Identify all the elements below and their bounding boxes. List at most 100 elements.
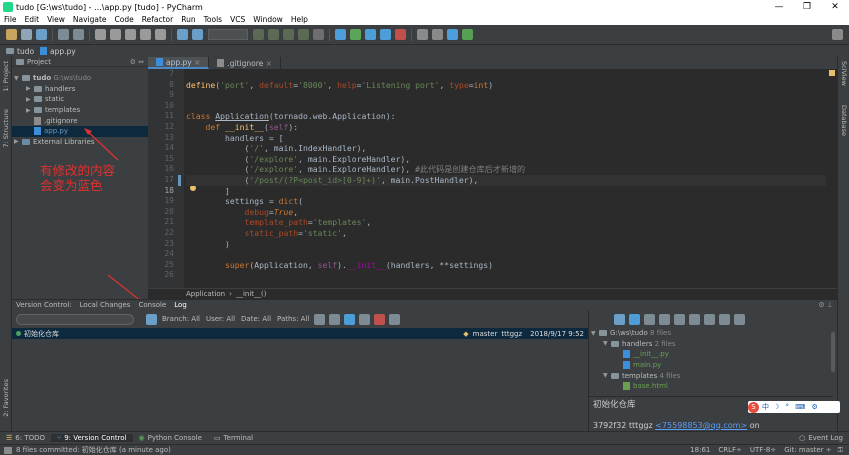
- tab-app-py[interactable]: app.py ×: [148, 57, 210, 69]
- python-file-icon: [623, 350, 630, 359]
- close-tab-icon[interactable]: ×: [194, 58, 200, 67]
- version-control-tool-button[interactable]: ⑂ 9: Version Control: [51, 434, 133, 442]
- text-file-icon: [217, 59, 225, 67]
- vcs-title: Version Control:: [16, 301, 72, 309]
- status-toggle-icon[interactable]: [4, 446, 12, 454]
- ime-mode[interactable]: 中: [762, 402, 769, 412]
- code-line: template_path='templates',: [244, 217, 372, 228]
- code-line: ]: [186, 185, 230, 196]
- log-search-input[interactable]: [16, 313, 134, 325]
- details-edit-icon[interactable]: [629, 313, 640, 325]
- commit-log-list[interactable]: 初始化仓库 ◆ master tttggz 2018/9/17 9:52: [12, 328, 588, 431]
- lock-icon[interactable]: ⚿: [838, 446, 843, 455]
- commit-message: 初始化仓库: [24, 329, 59, 338]
- line-separator[interactable]: CRLF÷: [718, 446, 742, 454]
- code-line: ('/explore', main.ExploreHandler),: [186, 153, 411, 164]
- code-line: ('/post/(?P<post_id>[0-9]+)', main.PostH…: [186, 174, 826, 186]
- commit-row[interactable]: 初始化仓库 ◆ master tttggz 2018/9/17 9:52: [12, 328, 588, 339]
- code-line: ): [186, 238, 230, 249]
- python-file-icon: [156, 58, 163, 66]
- event-log-tool-button[interactable]: ○ Event Log: [793, 434, 849, 442]
- changed-tree-root[interactable]: ▼ G:\ws\tudo 8 files: [589, 328, 837, 339]
- details-preview-icon[interactable]: [704, 313, 715, 325]
- details-scrollbar[interactable]: [831, 332, 835, 372]
- sort-icon[interactable]: [314, 313, 326, 325]
- code-breadcrumb: Application › __init__(): [148, 288, 837, 299]
- code-line: ('/explore', main.ExploreHandler), #此代码是…: [186, 164, 526, 175]
- status-bar: 8 files committed: 初始化仓库 (a minute ago) …: [0, 444, 849, 455]
- file-encoding[interactable]: UTF-8÷: [750, 446, 776, 454]
- folder-icon: [611, 340, 619, 347]
- python-console-tool-button[interactable]: ◉ Python Console: [133, 434, 208, 442]
- git-branch[interactable]: Git: master ÷: [784, 446, 831, 454]
- code-line: def __init__(self):: [205, 121, 299, 132]
- details-group-icon[interactable]: [689, 313, 700, 325]
- caret-position[interactable]: 18:61: [690, 446, 710, 454]
- preview-icon[interactable]: [389, 313, 401, 325]
- detail-commit-message: 初始化仓库: [593, 400, 636, 411]
- ime-tools-icon[interactable]: ☽ ° ⌨ ⚙: [773, 403, 820, 411]
- details-compare-icon[interactable]: [644, 313, 655, 325]
- changed-file-init[interactable]: __init__.py: [589, 349, 837, 360]
- log-toolbar: Branch: All User: All Date: All Paths: A…: [12, 310, 588, 328]
- tab-log[interactable]: Log: [170, 301, 191, 309]
- breadcrumb-class[interactable]: Application: [186, 290, 225, 298]
- ime-toolbar[interactable]: S 中 ☽ ° ⌨ ⚙: [748, 401, 840, 413]
- folder-icon: [611, 372, 619, 379]
- cherry-pick-icon[interactable]: [374, 313, 386, 325]
- user-filter[interactable]: User: All: [206, 315, 235, 323]
- event-log-icon: ○: [799, 434, 806, 442]
- code-line: debug=True,: [244, 206, 299, 217]
- author-email-link[interactable]: <75598853@qq.com>: [655, 421, 747, 430]
- down-arrow-icon[interactable]: [329, 313, 341, 325]
- find-icon[interactable]: [359, 313, 371, 325]
- commit-date: 2018/9/17 9:52: [530, 329, 584, 338]
- arrow-to-log-tab: [107, 274, 143, 303]
- python-icon: ◉: [138, 434, 145, 442]
- changed-file-base[interactable]: base.html: [589, 381, 837, 392]
- commit-dot-icon: [16, 331, 21, 336]
- tab-gitignore[interactable]: .gitignore ×: [209, 57, 281, 69]
- branch-filter[interactable]: Branch: All: [162, 315, 200, 323]
- sogou-logo-icon: S: [748, 401, 759, 413]
- status-message[interactable]: 8 files committed: 初始化仓库 (a minute ago): [16, 445, 171, 455]
- tool-window-bar: ☰ 6: TODO ⑂ 9: Version Control ◉ Python Con…: [0, 431, 849, 444]
- details-revert-icon[interactable]: [659, 313, 670, 325]
- terminal-icon: ▭: [213, 434, 221, 442]
- details-collapse-icon[interactable]: [734, 313, 745, 325]
- details-expand-icon[interactable]: [719, 313, 730, 325]
- paths-filter[interactable]: Paths: All: [277, 315, 309, 323]
- inspection-warning-marker[interactable]: [829, 70, 835, 76]
- date-filter[interactable]: Date: All: [241, 315, 271, 323]
- breadcrumb-method[interactable]: __init__(): [236, 290, 267, 298]
- code-content[interactable]: define('port', default='8000', help='Lis…: [186, 69, 826, 288]
- code-line: static_path='static',: [244, 227, 347, 238]
- code-line: ('/', main.IndexHandler),: [186, 143, 367, 154]
- tab-local-changes[interactable]: Local Changes: [76, 301, 135, 309]
- refresh-icon[interactable]: [344, 313, 356, 325]
- details-settings-icon[interactable]: [614, 313, 625, 325]
- changed-tree-handlers[interactable]: ▼ handlers 2 files: [589, 339, 837, 350]
- details-diff-icon[interactable]: [674, 313, 685, 325]
- commit-author: tttggz: [501, 329, 523, 338]
- todo-tool-button[interactable]: ☰ 6: TODO: [0, 434, 51, 442]
- changed-file-main[interactable]: main.py: [589, 360, 837, 371]
- details-toolbar: [589, 310, 837, 328]
- changed-line-marker: [178, 175, 181, 186]
- folder-icon: [599, 330, 607, 337]
- detail-commit-meta: 3792f32 tttggz <75598853@qq.com> on: [593, 420, 760, 430]
- changed-tree-templates[interactable]: ▼ templates 4 files: [589, 370, 837, 381]
- python-file-icon: [623, 361, 630, 370]
- arrow-to-app-py: [85, 129, 119, 161]
- panel-settings-icon[interactable]: ⚙ ⊥: [814, 301, 837, 309]
- terminal-tool-button[interactable]: ▭ Terminal: [208, 434, 259, 442]
- code-line: super(Application, self).__init__(handle…: [224, 259, 494, 270]
- tab-console[interactable]: Console: [134, 301, 170, 309]
- log-settings-icon[interactable]: [146, 313, 157, 325]
- code-line: settings = dict(: [186, 196, 303, 207]
- commit-branch: master: [472, 329, 498, 338]
- close-tab-icon[interactable]: ×: [266, 59, 272, 68]
